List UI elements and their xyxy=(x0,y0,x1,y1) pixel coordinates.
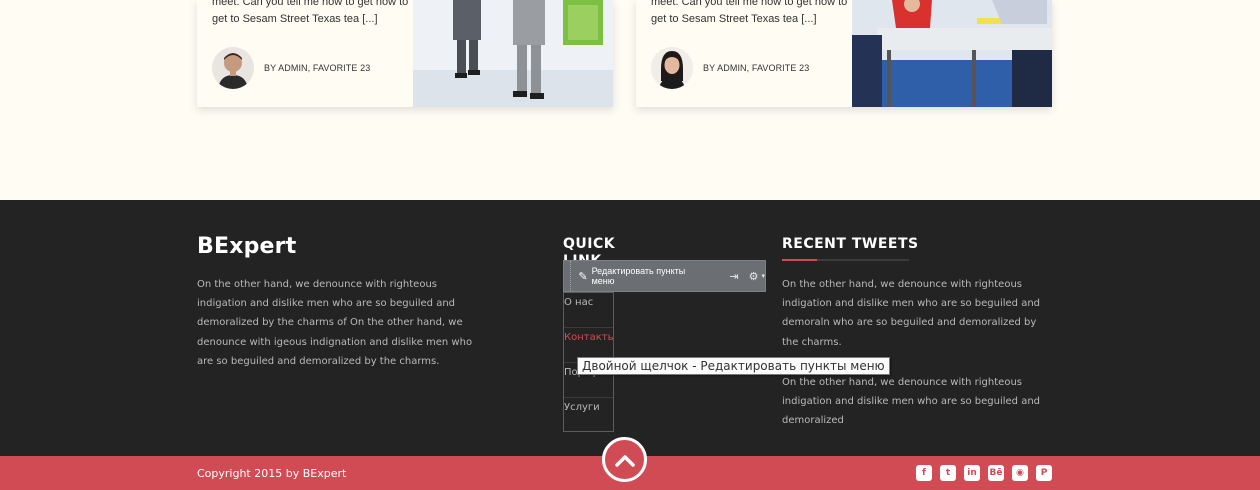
chevron-down-icon[interactable]: ▾ xyxy=(761,272,765,280)
rss-icon[interactable]: ◉ xyxy=(1012,465,1028,481)
copyright-text: Copyright 2015 by BExpert xyxy=(197,467,347,480)
author-avatar xyxy=(651,47,693,89)
blog-card-excerpt: meet. Can you tell me how to get how to … xyxy=(212,0,409,25)
blog-card-meta: BY ADMIN, FAVORITE 23 xyxy=(212,47,370,89)
facebook-icon[interactable]: f xyxy=(916,465,932,481)
blog-card-1[interactable]: meet. Can you tell me how to get how to … xyxy=(197,0,613,107)
pinterest-icon[interactable]: P xyxy=(1036,465,1052,481)
gear-icon[interactable]: ⚙ xyxy=(749,270,759,283)
blog-card-photo[interactable] xyxy=(852,0,1052,107)
tweet-item: On the other hand, we denounce with righ… xyxy=(782,377,1041,427)
blog-card-excerpt: meet. Can you tell me how to get how to … xyxy=(651,0,848,25)
twitter-icon[interactable]: t xyxy=(940,465,956,481)
title-underline xyxy=(782,259,909,261)
site-footer: BExpert On the other hand, we denounce w… xyxy=(0,200,1260,456)
footer-about-text: On the other hand, we denounce with righ… xyxy=(197,279,473,367)
author-avatar xyxy=(212,47,254,89)
blog-card-meta: BY ADMIN, FAVORITE 23 xyxy=(651,47,809,89)
social-links: f t in Bē ◉ P xyxy=(916,465,1052,481)
edit-menu-items-label[interactable]: Редактировать пункты меню xyxy=(592,266,700,286)
pencil-icon[interactable]: ✎ xyxy=(578,270,587,283)
footer-brand[interactable]: BExpert xyxy=(197,234,296,259)
chevron-up-icon xyxy=(614,454,635,467)
drag-handle-icon[interactable] xyxy=(564,261,572,291)
scroll-to-top-button[interactable] xyxy=(602,437,647,482)
quick-link-item[interactable]: О нас xyxy=(564,293,613,328)
behance-icon[interactable]: Bē xyxy=(988,465,1004,481)
blog-card-2[interactable]: meet. Can you tell me how to get how to … xyxy=(636,0,1052,107)
quick-link-title: QUICK LINK xyxy=(563,236,616,262)
edit-menu-toolbar[interactable]: ✎ Редактировать пункты меню ⇥ ⚙ ▾ xyxy=(563,260,766,292)
tweet-item: On the other hand, we denounce with righ… xyxy=(782,279,1041,348)
blog-card-byline: BY ADMIN, FAVORITE 23 xyxy=(264,63,371,73)
recent-tweets-title: RECENT TWEETS xyxy=(782,236,919,252)
blog-card-photo[interactable] xyxy=(413,0,613,107)
quick-link-item[interactable]: Услуги xyxy=(564,398,613,433)
move-icon[interactable]: ⇥ xyxy=(729,270,738,283)
linkedin-icon[interactable]: in xyxy=(964,465,980,481)
blog-card-byline: BY ADMIN, FAVORITE 23 xyxy=(703,63,810,73)
